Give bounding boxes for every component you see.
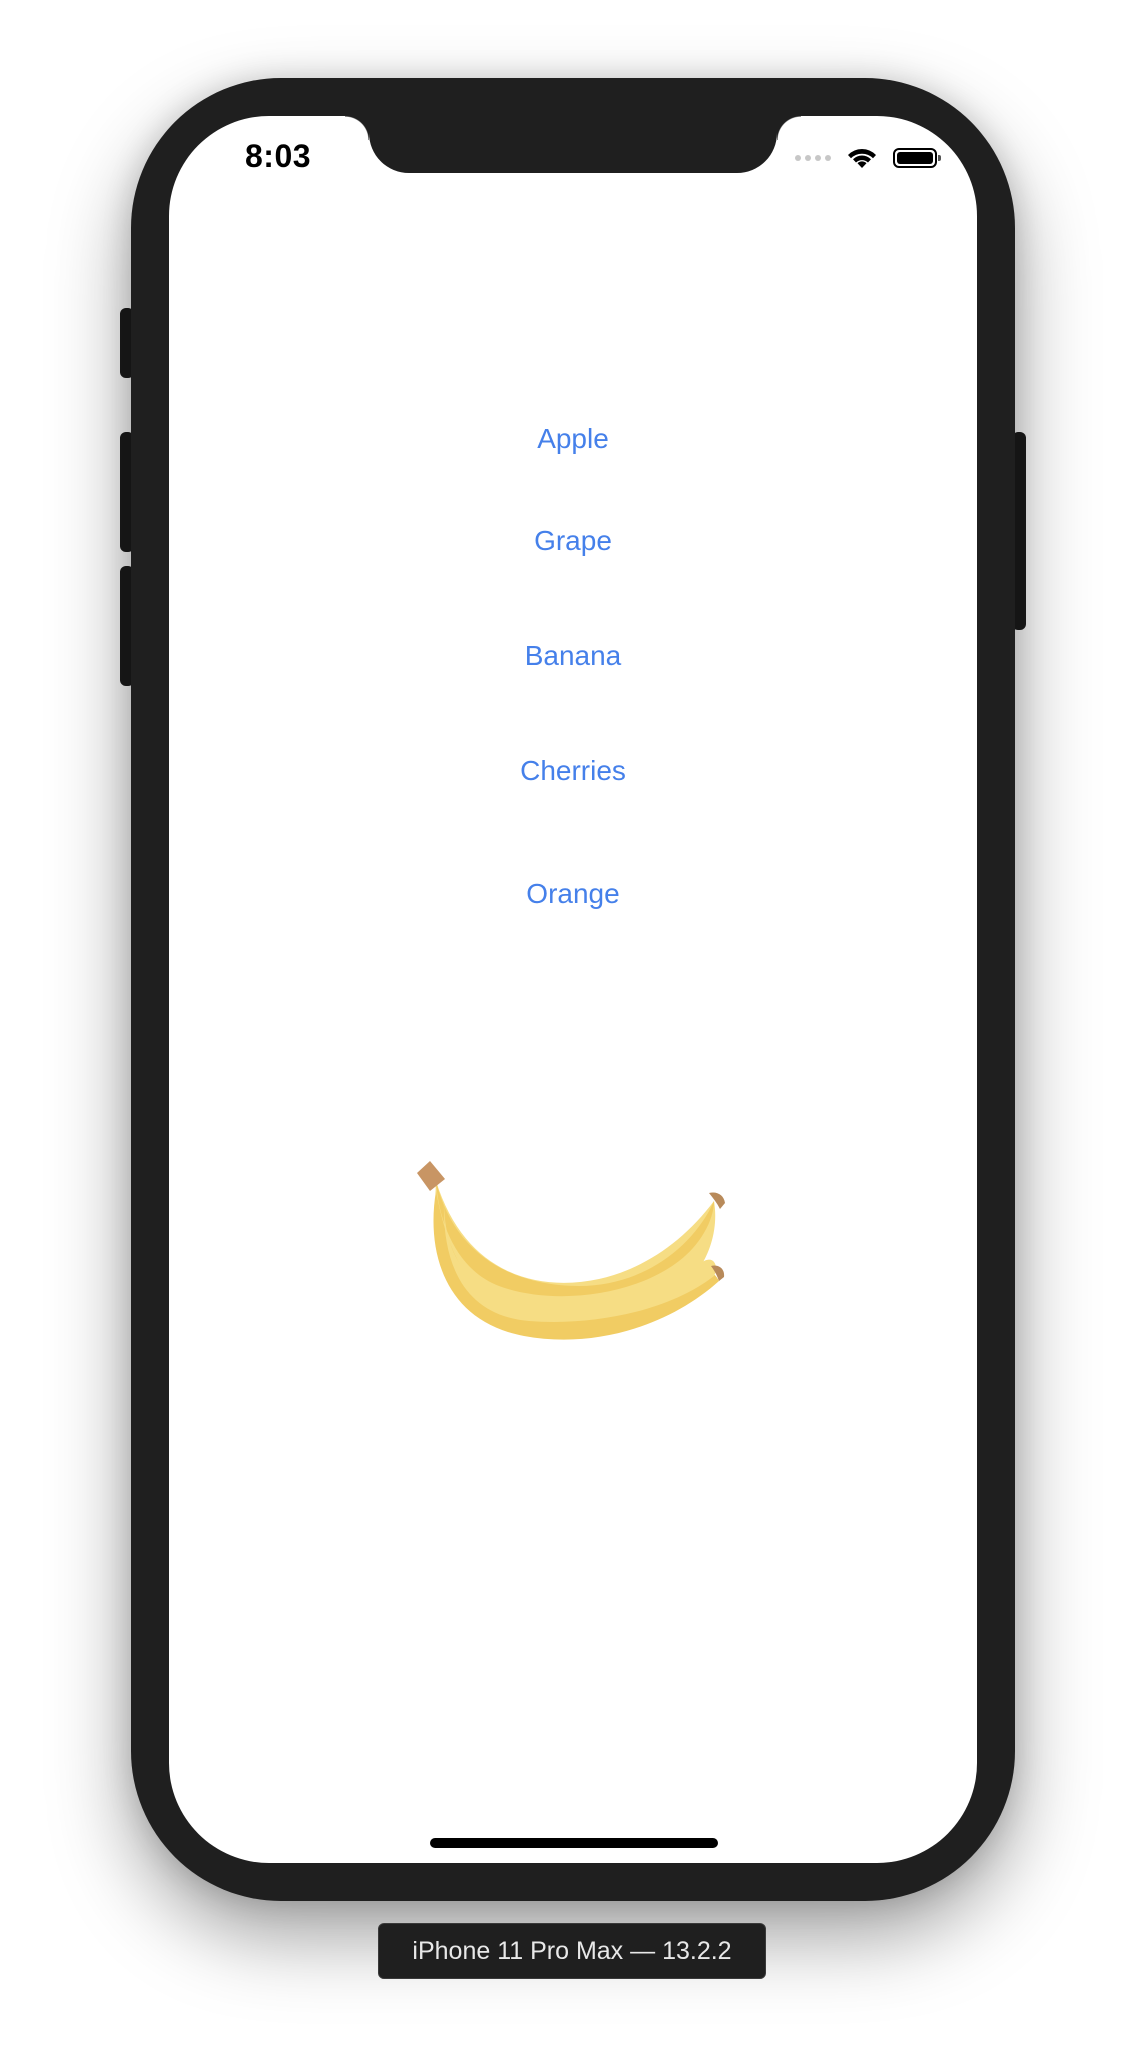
fruit-button-list: Apple Grape Banana Cherries Orange xyxy=(169,116,977,1863)
home-indicator[interactable] xyxy=(430,1838,718,1848)
cherries-button[interactable]: Cherries xyxy=(169,755,977,787)
orange-button[interactable]: Orange xyxy=(169,878,977,910)
banana-button[interactable]: Banana xyxy=(169,640,977,672)
iphone-device-frame: 8:03 Apple Grape Banana Cherries Orange xyxy=(131,78,1015,1901)
simulator-device-label: iPhone 11 Pro Max — 13.2.2 xyxy=(378,1923,766,1979)
banana-icon xyxy=(417,1161,725,1340)
device-screen: 8:03 Apple Grape Banana Cherries Orange xyxy=(169,116,977,1863)
grape-button[interactable]: Grape xyxy=(169,525,977,557)
apple-button[interactable]: Apple xyxy=(169,423,977,455)
